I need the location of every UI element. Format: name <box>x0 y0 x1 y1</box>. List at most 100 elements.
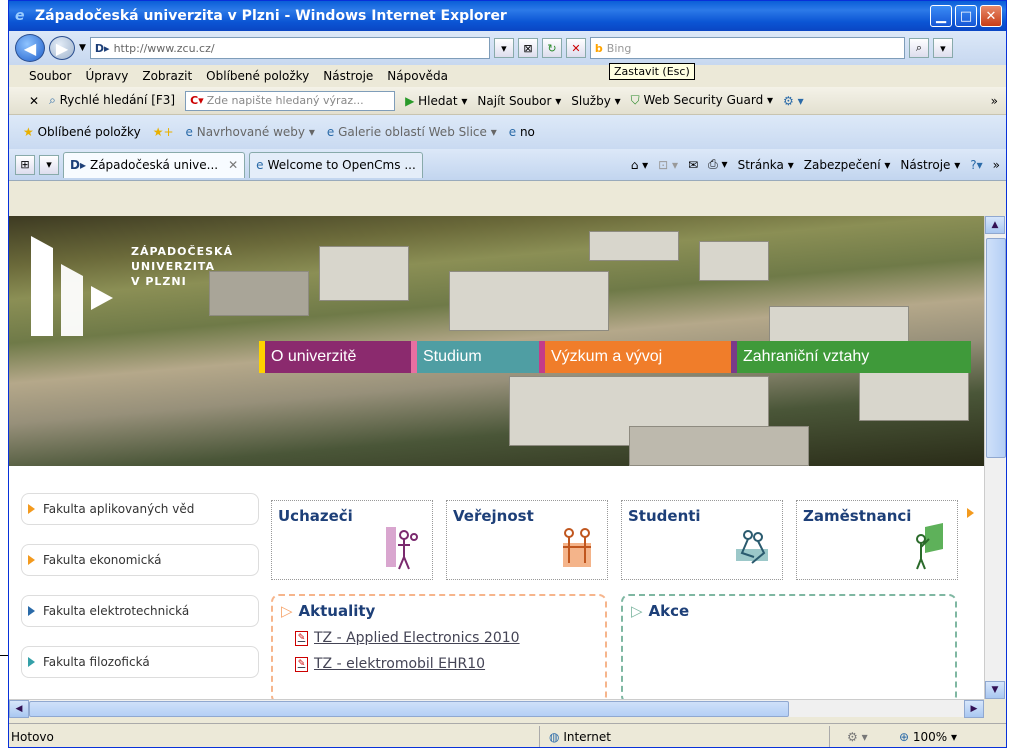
card-public[interactable]: Veřejnost <box>446 500 608 580</box>
web-slice-gallery-label: Galerie oblastí Web Slice <box>338 125 487 139</box>
mail-icon[interactable]: ✉ <box>688 158 698 172</box>
faculty-economics[interactable]: Fakulta ekonomická <box>21 544 259 576</box>
toolbar-overflow-icon[interactable]: » <box>991 94 1006 108</box>
quick-search-button[interactable]: ⌕ Rychlé hledání [F3] <box>49 93 175 108</box>
search-button[interactable]: ⌕ <box>908 38 929 58</box>
card-applicants[interactable]: Uchazeči <box>271 500 433 580</box>
web-slice-gallery-button[interactable]: e Galerie oblastí Web Slice ▾ <box>327 125 497 139</box>
tab-list-button[interactable]: ▾ <box>39 154 59 175</box>
cards-scroll-arrow-icon[interactable] <box>967 508 974 518</box>
url-dropdown-button[interactable]: ▾ <box>493 38 514 58</box>
scroll-left-icon[interactable]: ◀ <box>9 700 29 718</box>
search-input[interactable]: b Bing <box>589 37 905 59</box>
card-title: Uchazeči <box>278 507 353 525</box>
toolbar-search-input[interactable]: C▾ Zde napište hledaný výraz... <box>185 90 396 111</box>
menu-favorites[interactable]: Oblíbené položky <box>206 69 309 83</box>
favorite-no-link[interactable]: e no <box>509 125 535 139</box>
pdf-icon: ✎ <box>295 656 308 672</box>
faculty-philosophy[interactable]: Fakulta filozofická <box>21 646 259 678</box>
faculty-electrical[interactable]: Fakulta elektrotechnická <box>21 595 259 627</box>
compat-view-button[interactable]: ⊠ <box>517 38 538 58</box>
help-icon[interactable]: ?▾ <box>970 158 982 172</box>
nav-research[interactable]: Výzkum a vývoj <box>539 341 731 373</box>
main-navigation: O univerzitě Studium Výzkum a vývoj Zahr… <box>259 341 971 373</box>
quick-tabs-button[interactable]: ⊞ <box>15 154 35 175</box>
tab-opencms[interactable]: e Welcome to OpenCms ... <box>249 151 423 178</box>
news-item[interactable]: ✎ TZ - Applied Electronics 2010 <box>281 630 597 646</box>
page-menu-label: Stránka <box>737 157 784 172</box>
security-menu[interactable]: Zabezpečení ▾ <box>804 158 891 172</box>
logo-text: ZÁPADOČESKÁ UNIVERZITA V PLZNI <box>131 244 233 289</box>
page-menu[interactable]: Stránka ▾ <box>738 158 794 172</box>
url-input[interactable]: D▸ http://www.zcu.cz/ <box>89 37 490 59</box>
vertical-scrollbar[interactable]: ▲ ▼ <box>984 216 1006 699</box>
scroll-down-icon[interactable]: ▼ <box>985 681 1005 699</box>
nav-dropdown-icon[interactable]: ▼ <box>79 43 86 53</box>
protected-mode-icon[interactable]: ⚙ ▾ <box>847 730 868 744</box>
home-icon[interactable]: ⌂ ▾ <box>631 158 648 172</box>
faculty-applied-sciences[interactable]: Fakulta aplikovaných věd <box>21 493 259 525</box>
zone-label: Internet <box>563 729 611 744</box>
toolbar-close-icon[interactable]: ✕ <box>29 94 39 108</box>
globe-icon: ◍ <box>549 729 560 744</box>
scroll-right-icon[interactable]: ▶ <box>964 700 984 718</box>
news-arrow-icon: ▷ <box>281 602 293 620</box>
horizontal-scroll-thumb[interactable] <box>29 701 789 717</box>
faculty-label: Fakulta elektrotechnická <box>43 604 190 618</box>
nav-study[interactable]: Studium <box>411 341 539 373</box>
toolbar-extension-icon[interactable]: ⚙ ▾ <box>783 94 804 108</box>
security-guard-button[interactable]: ⛉ Web Security Guard ▾ <box>631 93 773 108</box>
quick-search-icon: ⌕ <box>49 93 56 107</box>
cmdbar-overflow-icon[interactable]: » <box>993 158 1000 172</box>
news-item[interactable]: ✎ TZ - elektromobil EHR10 <box>281 656 597 672</box>
toolbar-search-button[interactable]: ▶ Hledat ▾ <box>405 94 467 108</box>
refresh-button[interactable]: ↻ <box>541 38 562 58</box>
zoom-label: 100% <box>912 729 948 744</box>
menu-file[interactable]: Soubor <box>29 69 71 83</box>
play-icon: ▶ <box>405 93 415 108</box>
find-file-button[interactable]: Najít Soubor ▾ <box>477 94 561 108</box>
zcu-logo-icon[interactable] <box>31 236 131 336</box>
events-panel: ▷ Akce <box>621 594 957 699</box>
services-button[interactable]: Služby ▾ <box>571 94 620 108</box>
card-students[interactable]: Studenti <box>621 500 783 580</box>
tab-bar: ⊞ ▾ D▸ Západočeská unive... ✕ e Welcome … <box>9 149 1006 181</box>
zone-indicator[interactable]: ◍ Internet <box>549 730 611 744</box>
suggested-sites-button[interactable]: e Navrhované weby ▾ <box>186 125 315 139</box>
nav-international[interactable]: Zahraniční vztahy <box>731 341 971 373</box>
window-title: Západočeská univerzita v Plzni - Windows… <box>35 8 507 24</box>
tools-menu-label: Nástroje <box>900 157 951 172</box>
tab-zcu[interactable]: D▸ Západočeská unive... ✕ <box>63 151 246 178</box>
scroll-up-icon[interactable]: ▲ <box>985 216 1005 234</box>
close-button[interactable]: ✕ <box>980 5 1002 27</box>
menu-help[interactable]: Nápověda <box>387 69 448 83</box>
search-options-button[interactable]: ▾ <box>932 38 953 58</box>
card-employees[interactable]: Zaměstnanci <box>796 500 958 580</box>
tools-menu[interactable]: Nástroje ▾ <box>900 158 960 172</box>
search-placeholder: Bing <box>606 41 632 55</box>
zoom-control[interactable]: ⊕ 100% ▾ <box>899 730 957 744</box>
pdf-icon: ✎ <box>295 630 308 646</box>
ie-gallery-icon: e <box>326 125 335 139</box>
minimize-button[interactable]: ▁ <box>930 5 952 27</box>
add-favorite-icon[interactable]: ★+ <box>153 125 174 139</box>
vertical-scroll-thumb[interactable] <box>986 238 1006 458</box>
ie-logo-icon: e <box>15 8 25 24</box>
stop-button[interactable]: ✕ <box>565 38 586 58</box>
tab-ie-icon: e <box>256 158 264 172</box>
print-icon[interactable]: ⎙ ▾ <box>708 157 727 172</box>
tab-close-icon[interactable]: ✕ <box>228 158 238 172</box>
horizontal-scrollbar[interactable]: ◀ ▶ <box>9 699 984 718</box>
favorites-button[interactable]: ★ Oblíbené položky <box>23 125 141 139</box>
news-panel: ▷ Aktuality ✎ TZ - Applied Electronics 201… <box>271 594 607 699</box>
menu-edit[interactable]: Úpravy <box>85 69 128 83</box>
tab-opencms-label: Welcome to OpenCms ... <box>267 158 416 172</box>
back-button[interactable]: ◀ <box>15 34 45 62</box>
maximize-button[interactable]: □ <box>955 5 977 27</box>
feeds-icon[interactable]: ⊡ ▾ <box>658 158 678 172</box>
forward-button[interactable]: ▶ <box>49 36 75 60</box>
nav-about[interactable]: O univerzitě <box>259 341 411 373</box>
shield-icon: ⛉ <box>630 93 640 107</box>
menu-tools[interactable]: Nástroje <box>323 69 373 83</box>
menu-view[interactable]: Zobrazit <box>142 69 192 83</box>
